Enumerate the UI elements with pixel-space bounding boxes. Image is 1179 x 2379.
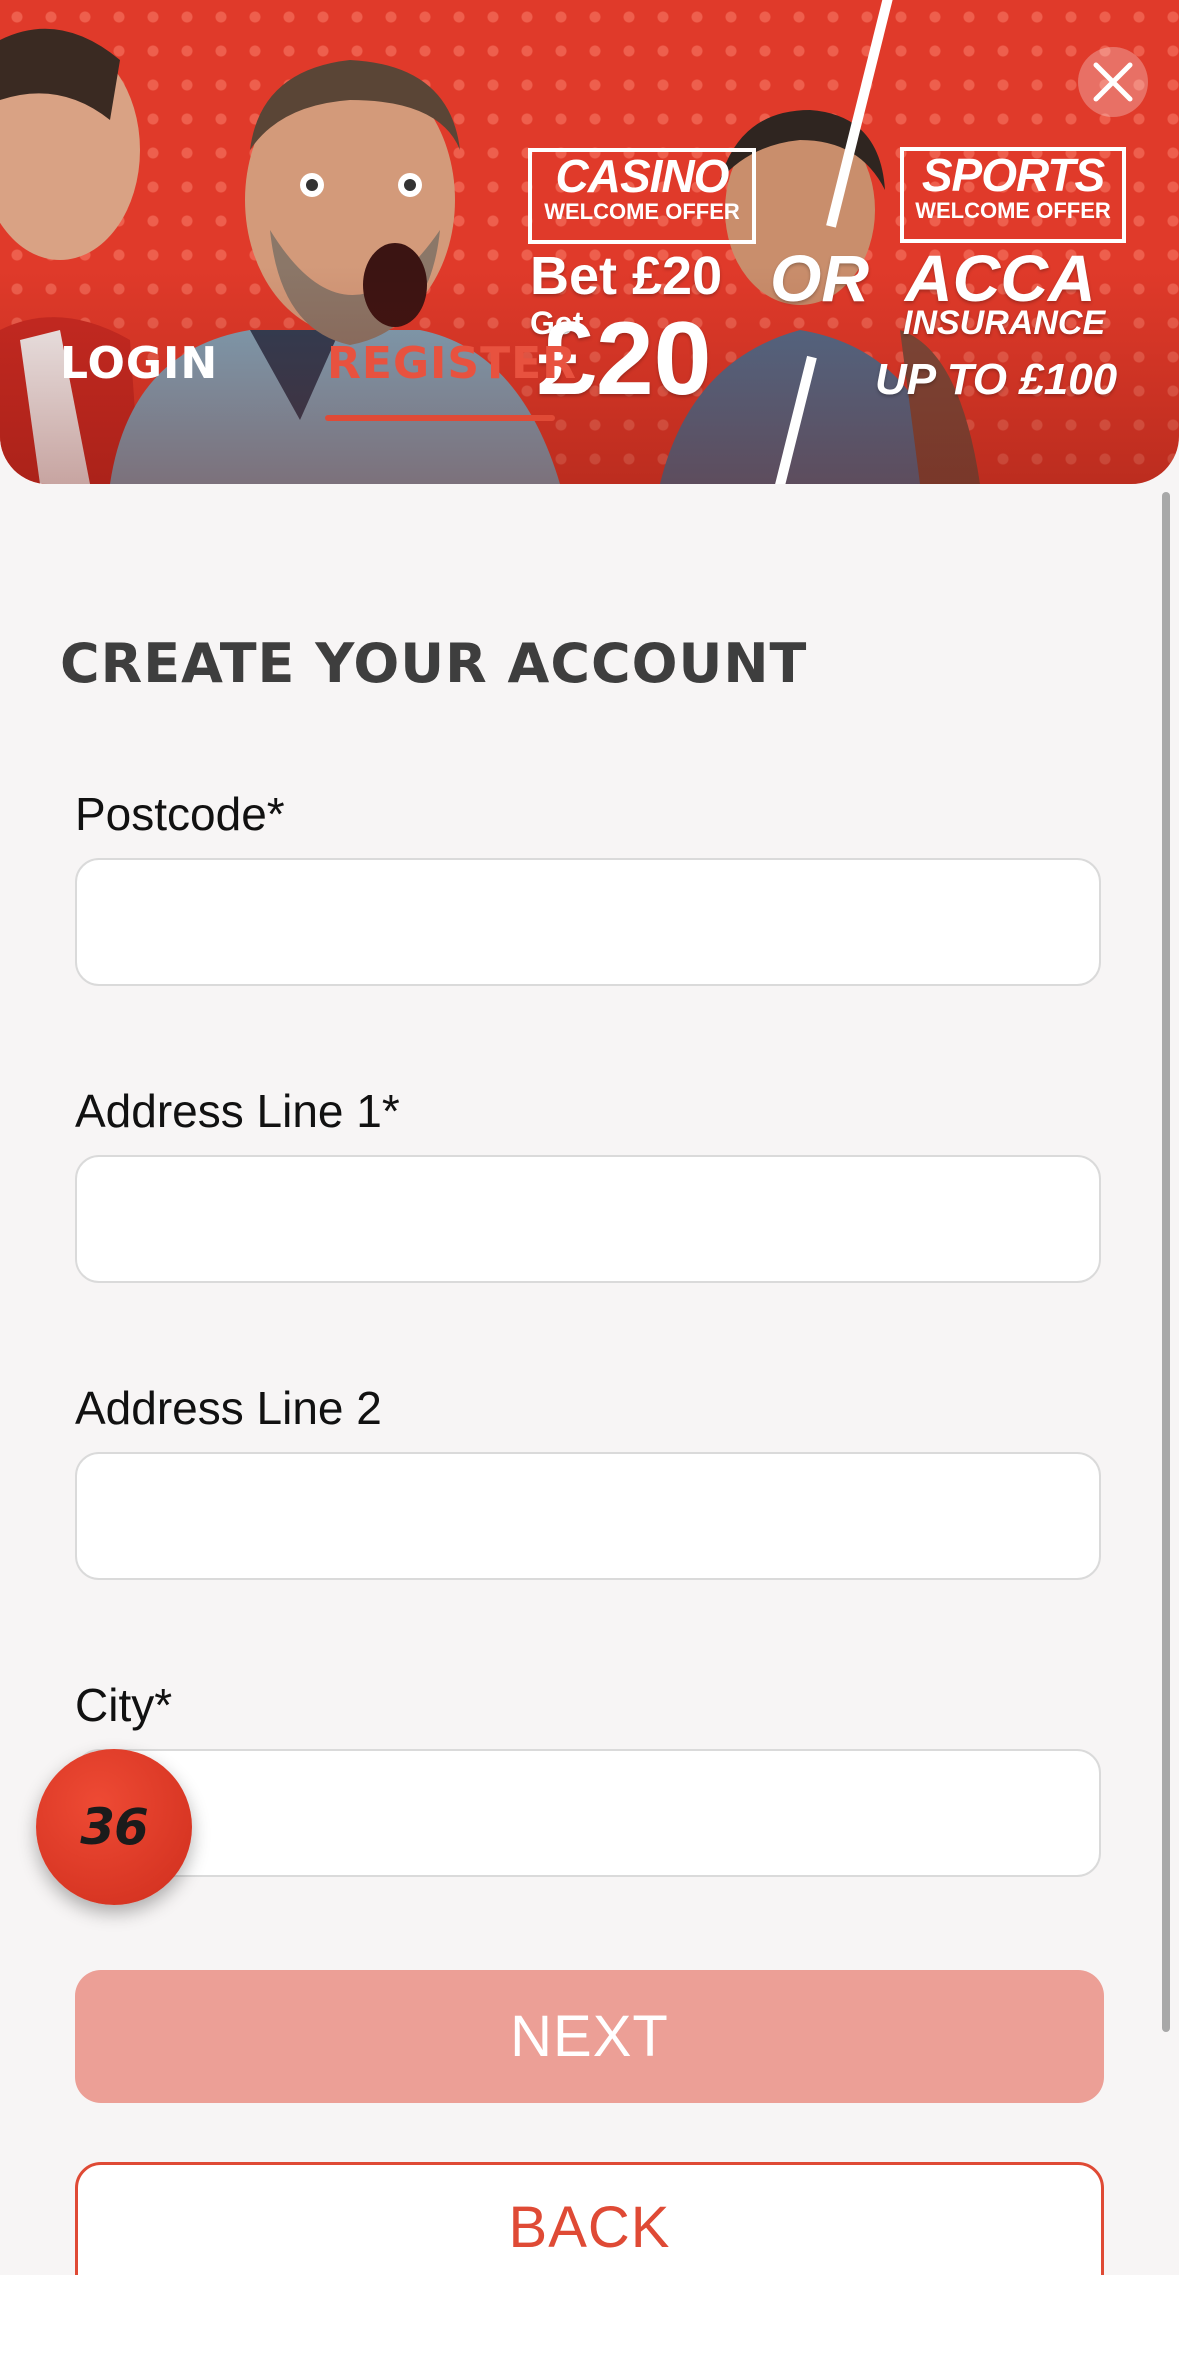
tab-register[interactable]: REGISTER xyxy=(327,338,577,389)
tab-login[interactable]: LOGIN xyxy=(60,338,218,389)
sports-offer-box: SPORTS WELCOME OFFER xyxy=(900,147,1126,243)
promo-banner: CASINO WELCOME OFFER Bet £20 Get £20 OR … xyxy=(0,0,1179,484)
sports-offer-line3: UP TO £100 xyxy=(875,355,1118,404)
floating-badge[interactable]: 36 xyxy=(36,1749,192,1905)
city-label: City* xyxy=(75,1679,173,1731)
register-screen: CASINO WELCOME OFFER Bet £20 Get £20 OR … xyxy=(0,0,1179,2275)
back-button[interactable]: BACK xyxy=(75,2162,1104,2275)
page-title: CREATE YOUR ACCOUNT xyxy=(60,632,808,695)
next-button[interactable]: NEXT xyxy=(75,1970,1104,2103)
promo-or-text: OR xyxy=(770,241,869,315)
address-line-1-label: Address Line 1* xyxy=(75,1085,400,1137)
address-line-2-label: Address Line 2 xyxy=(75,1382,382,1434)
close-icon xyxy=(1093,62,1133,102)
active-tab-indicator xyxy=(325,415,555,421)
casino-offer-line1: Bet £20 xyxy=(530,246,723,306)
scrollbar[interactable] xyxy=(1162,492,1170,2032)
address-line-1-input[interactable] xyxy=(75,1155,1101,1283)
address-line-2-input[interactable] xyxy=(75,1452,1101,1580)
close-button[interactable] xyxy=(1078,47,1148,117)
sports-offer-subtitle: WELCOME OFFER xyxy=(915,198,1111,223)
casino-offer-box: CASINO WELCOME OFFER xyxy=(528,148,756,244)
required-mark: * xyxy=(381,1085,400,1137)
postcode-input[interactable] xyxy=(75,858,1101,986)
sports-offer-title: SPORTS xyxy=(921,149,1105,201)
required-mark: * xyxy=(154,1679,173,1731)
sports-offer-line2: INSURANCE xyxy=(903,304,1106,342)
required-mark: * xyxy=(266,788,285,840)
postcode-label: Postcode* xyxy=(75,788,285,840)
casino-offer-subtitle: WELCOME OFFER xyxy=(544,199,740,224)
city-input[interactable] xyxy=(75,1749,1101,1877)
casino-offer-title: CASINO xyxy=(555,150,730,202)
